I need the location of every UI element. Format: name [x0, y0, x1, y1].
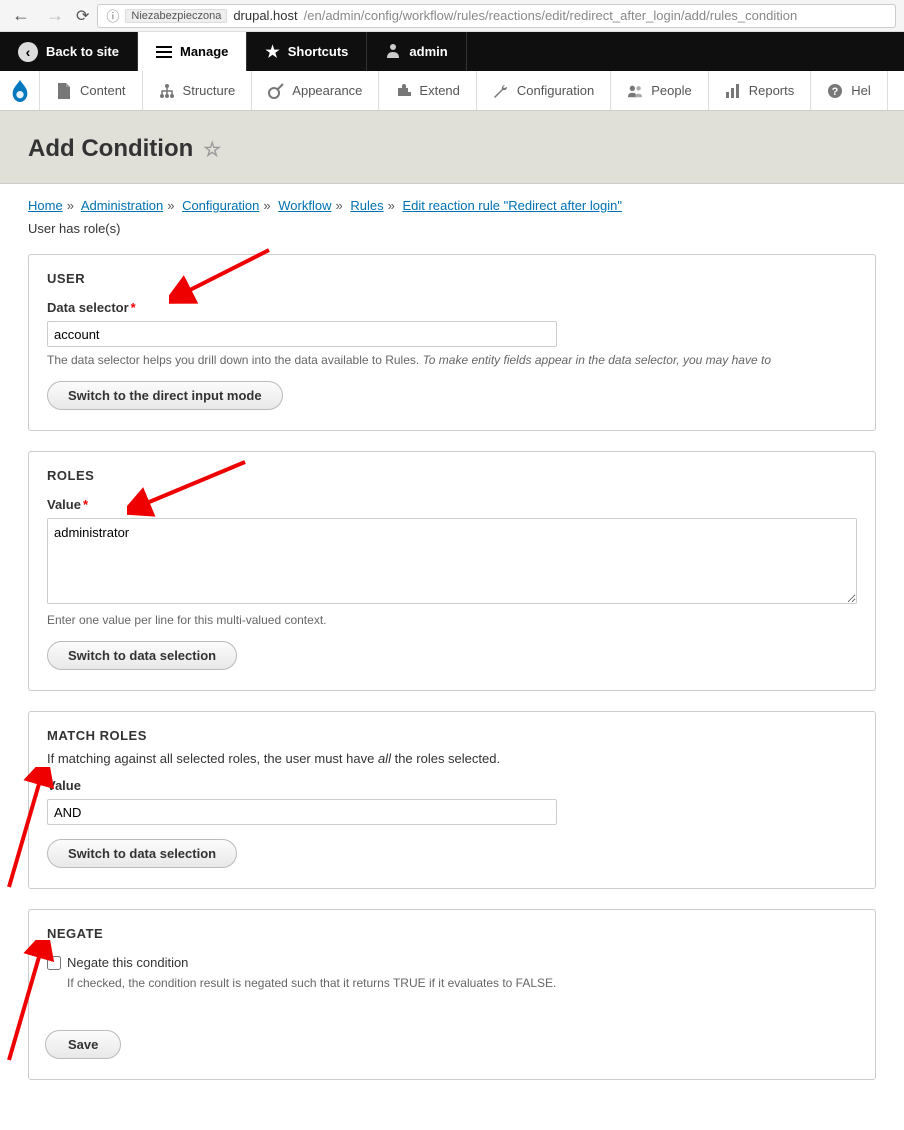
negate-checkbox-label[interactable]: Negate this condition [67, 955, 188, 970]
breadcrumb-link[interactable]: Workflow [278, 198, 331, 213]
main-content: Home» Administration» Configuration» Wor… [0, 184, 904, 1130]
admin-user-tab[interactable]: admin [367, 32, 466, 71]
user-legend: USER [47, 271, 857, 286]
menu-extend[interactable]: Extend [379, 71, 476, 110]
roles-value-textarea[interactable]: administrator [47, 518, 857, 604]
switch-direct-input-button[interactable]: Switch to the direct input mode [47, 381, 283, 410]
help-icon: ? [827, 83, 843, 99]
negate-fieldset: NEGATE Negate this condition If checked,… [28, 909, 876, 1080]
manage-tab[interactable]: Manage [138, 32, 247, 71]
roles-fieldset: ROLES Value* administrator Enter one val… [28, 451, 876, 691]
data-selector-label: Data selector* [47, 300, 857, 315]
admin-menu: Content Structure Appearance Extend Conf… [0, 71, 904, 111]
extend-icon [395, 83, 411, 99]
structure-icon [159, 83, 175, 99]
back-to-site-button[interactable]: ‹ Back to site [0, 32, 138, 71]
people-icon [627, 83, 643, 99]
data-selector-desc: The data selector helps you drill down i… [47, 353, 857, 367]
drupal-logo-icon[interactable] [0, 71, 40, 110]
admin-label: admin [409, 44, 447, 59]
manage-label: Manage [180, 44, 228, 59]
match-desc: If matching against all selected roles, … [47, 751, 857, 766]
security-badge: Niezabezpieczona [125, 9, 227, 23]
back-to-site-label: Back to site [46, 44, 119, 59]
negate-desc: If checked, the condition result is nega… [67, 976, 857, 990]
shortcuts-label: Shortcuts [288, 44, 349, 59]
back-circle-icon: ‹ [18, 42, 38, 62]
browser-chrome: ← → ⟳ ⓘ Niezabezpieczona drupal.host/en/… [0, 0, 904, 32]
hamburger-icon [156, 46, 172, 58]
switch-data-selection-button[interactable]: Switch to data selection [47, 641, 237, 670]
wrench-icon [493, 83, 509, 99]
menu-content[interactable]: Content [40, 71, 143, 110]
drupal-toolbar: ‹ Back to site Manage ★ Shortcuts admin [0, 32, 904, 71]
url-bar[interactable]: ⓘ Niezabezpieczona drupal.host/en/admin/… [97, 4, 896, 28]
breadcrumb-link[interactable]: Edit reaction rule "Redirect after login… [402, 198, 622, 213]
menu-configuration[interactable]: Configuration [477, 71, 611, 110]
save-button[interactable]: Save [45, 1030, 121, 1059]
breadcrumb-link[interactable]: Configuration [182, 198, 259, 213]
match-value-label: Value [47, 778, 857, 793]
svg-text:?: ? [832, 86, 839, 98]
data-selector-input[interactable] [47, 321, 557, 347]
favorite-star-icon[interactable]: ☆ [203, 137, 221, 162]
roles-legend: ROLES [47, 468, 857, 483]
star-icon: ★ [265, 42, 279, 62]
switch-data-selection-button[interactable]: Switch to data selection [47, 839, 237, 868]
forward-arrow-icon[interactable]: → [42, 5, 68, 26]
roles-desc: Enter one value per line for this multi-… [47, 613, 857, 627]
back-arrow-icon[interactable]: ← [8, 5, 34, 26]
match-value-input[interactable] [47, 799, 557, 825]
negate-checkbox[interactable] [47, 956, 61, 970]
breadcrumb-link[interactable]: Administration [81, 198, 163, 213]
roles-value-label: Value* [47, 497, 857, 512]
reports-icon [725, 83, 741, 99]
breadcrumb-link[interactable]: Home [28, 198, 63, 213]
user-icon [385, 42, 401, 61]
reload-icon[interactable]: ⟳ [76, 6, 89, 26]
match-legend: MATCH ROLES [47, 728, 857, 743]
url-path: /en/admin/config/workflow/rules/reaction… [304, 8, 798, 23]
info-icon: ⓘ [106, 6, 119, 25]
menu-help[interactable]: ? Hel [811, 71, 888, 110]
match-roles-fieldset: MATCH ROLES If matching against all sele… [28, 711, 876, 889]
negate-legend: NEGATE [47, 926, 857, 941]
breadcrumb-link[interactable]: Rules [350, 198, 383, 213]
user-fieldset: USER Data selector* The data selector he… [28, 254, 876, 431]
shortcuts-tab[interactable]: ★ Shortcuts [247, 32, 367, 71]
condition-subtitle: User has role(s) [28, 221, 876, 236]
url-host: drupal.host [233, 8, 297, 23]
appearance-icon [268, 83, 284, 99]
page-header: Add Condition ☆ [0, 111, 904, 184]
menu-structure[interactable]: Structure [143, 71, 253, 110]
menu-people[interactable]: People [611, 71, 708, 110]
breadcrumb: Home» Administration» Configuration» Wor… [28, 198, 876, 213]
file-icon [56, 83, 72, 99]
page-title: Add Condition ☆ [28, 135, 876, 163]
menu-appearance[interactable]: Appearance [252, 71, 379, 110]
menu-reports[interactable]: Reports [709, 71, 812, 110]
